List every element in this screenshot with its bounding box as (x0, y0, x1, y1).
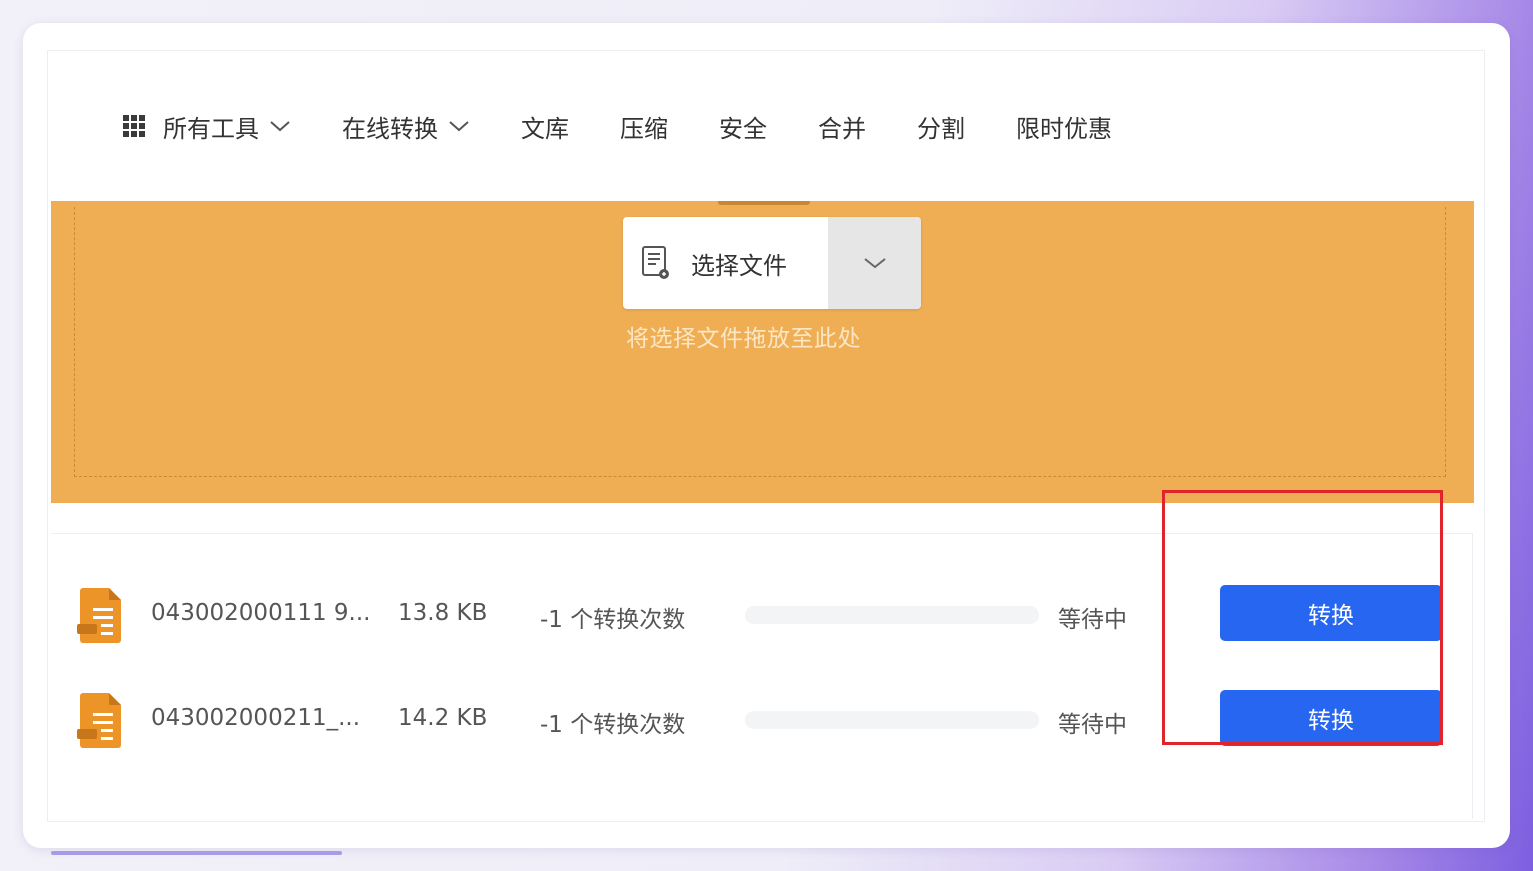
nav-library[interactable]: 文库 (521, 109, 569, 144)
chevron-down-icon (449, 121, 469, 132)
drop-hint-text: 将选择文件拖放至此处 (626, 326, 861, 352)
file-drop-zone[interactable]: 选择文件 将选择文件拖放至此处 (51, 201, 1474, 503)
file-list: 043002000111 9... 13.8 KB -1 个转换次数 等待中 转… (51, 533, 1473, 819)
select-file-button-group: 选择文件 (623, 217, 921, 309)
grid-icon (123, 115, 145, 137)
nav-compress[interactable]: 压缩 (620, 109, 668, 144)
chevron-down-icon (270, 121, 290, 132)
select-file-button[interactable]: 选择文件 (623, 217, 828, 309)
file-size: 13.8 KB (398, 600, 488, 626)
nav-online-convert[interactable]: 在线转换 (342, 109, 470, 144)
list-item: 043002000211_... 14.2 KB -1 个转换次数 等待中 转换 (51, 690, 1471, 751)
progress-bar (745, 606, 1039, 624)
bottom-accent-bar (51, 851, 342, 855)
nav-split[interactable]: 分割 (917, 109, 965, 144)
nav-offer[interactable]: 限时优惠 (1016, 109, 1112, 144)
tab-indicator (718, 201, 810, 205)
nav-all-tools-label: 所有工具 (163, 114, 259, 143)
file-name: 043002000211_... (151, 705, 361, 731)
list-item: 043002000111 9... 13.8 KB -1 个转换次数 等待中 转… (51, 585, 1471, 646)
app-card: 所有工具 在线转换 文库 压缩 安全 合并 分割 限时优惠 选择文件 将选择文件… (23, 23, 1510, 848)
conversion-count: -1 个转换次数 (540, 712, 686, 738)
progress-bar (745, 711, 1039, 729)
nav-security[interactable]: 安全 (719, 109, 767, 144)
file-status: 等待中 (1058, 712, 1127, 738)
top-nav: 所有工具 在线转换 文库 压缩 安全 合并 分割 限时优惠 (123, 109, 1163, 143)
convert-button[interactable]: 转换 (1220, 585, 1442, 641)
chevron-down-icon (863, 258, 886, 269)
convert-button[interactable]: 转换 (1220, 690, 1442, 746)
file-icon (77, 588, 121, 643)
nav-online-convert-label: 在线转换 (342, 114, 438, 143)
nav-merge[interactable]: 合并 (818, 109, 866, 144)
file-size: 14.2 KB (398, 705, 488, 731)
document-icon (642, 246, 669, 279)
conversion-count: -1 个转换次数 (540, 607, 686, 633)
file-status: 等待中 (1058, 607, 1127, 633)
select-file-label: 选择文件 (691, 251, 787, 280)
nav-all-tools[interactable]: 所有工具 (123, 109, 291, 144)
file-icon (77, 693, 121, 748)
select-source-dropdown[interactable] (828, 217, 921, 309)
file-name: 043002000111 9... (151, 600, 371, 626)
